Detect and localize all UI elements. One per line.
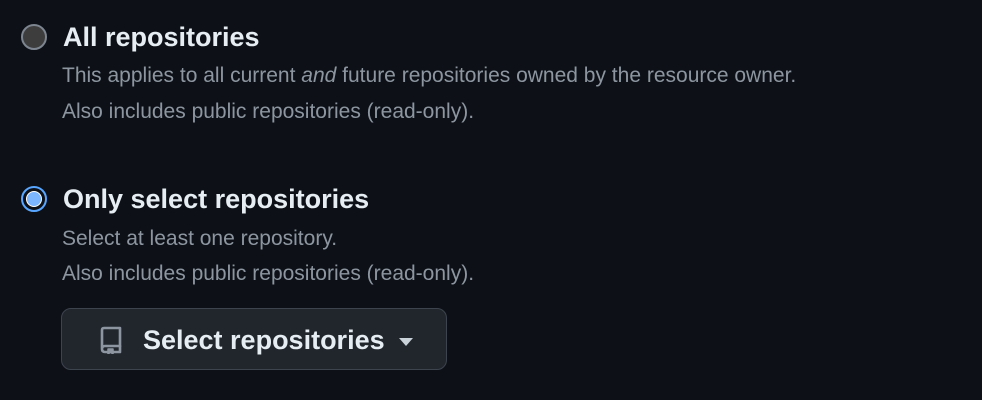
select-repositories-label: Select repositories [143, 325, 385, 355]
only-select-repositories-public-note: Also includes public repositories (read-… [62, 262, 475, 285]
select-repositories-button[interactable]: Select repositories [61, 308, 447, 370]
description-text-start: This applies to all current [62, 64, 302, 87]
repo-icon [100, 326, 122, 354]
description-emphasis: and [301, 64, 337, 87]
caret-down-icon [399, 338, 413, 346]
description-text-end: future repositories owned by the resourc… [336, 64, 797, 87]
only-select-repositories-label[interactable]: Only select repositories [63, 182, 369, 216]
all-repositories-radio[interactable] [21, 24, 47, 50]
only-select-repositories-description: Select at least one repository. [62, 227, 338, 250]
only-select-repositories-radio[interactable] [21, 186, 47, 212]
repository-access-panel: All repositories This applies to all cur… [0, 0, 982, 400]
all-repositories-public-note: Also includes public repositories (read-… [62, 100, 475, 123]
all-repositories-label[interactable]: All repositories [63, 20, 260, 54]
all-repositories-description: This applies to all current and future r… [62, 63, 796, 89]
